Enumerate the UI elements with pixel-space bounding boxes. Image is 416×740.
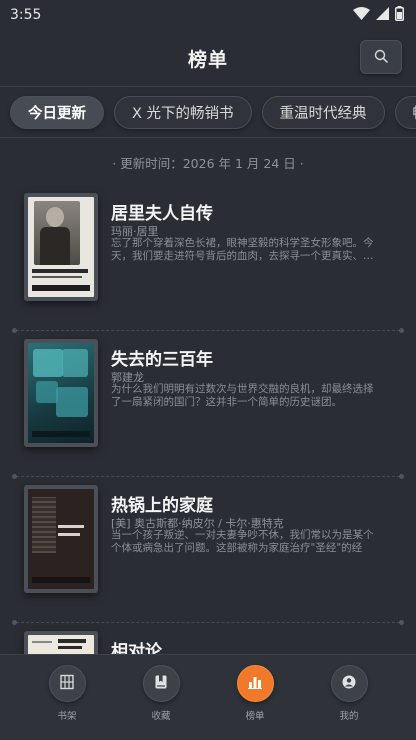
book-item[interactable]: 居里夫人自传 玛丽·居里 忘了那个穿着深色长裙，眼神坚毅的科学圣女形象吧。今天，… — [0, 185, 416, 333]
nav-item-ranking[interactable]: 榜单 — [225, 665, 285, 740]
battery-icon — [395, 5, 404, 25]
update-time: · 更新时间：2026 年 1 月 24 日 · — [112, 156, 304, 171]
book-title: 居里夫人自传 — [111, 204, 213, 224]
tab-today-update[interactable]: 今日更新 — [10, 95, 104, 129]
status-time: 3:55 — [10, 7, 42, 23]
nav-item-profile[interactable]: 我的 — [319, 665, 379, 740]
tab-more[interactable]: 畅 — [394, 95, 416, 129]
user-icon — [341, 674, 357, 694]
search-button[interactable] — [360, 40, 402, 74]
cellular-icon — [376, 6, 389, 24]
book-cover[interactable] — [24, 193, 98, 301]
book-description: 忘了那个穿着深色长裙，眼神坚毅的科学圣女形象吧。今天，我们要走进符号背后的血肉，… — [111, 237, 374, 262]
status-bar: 3:55 — [0, 0, 416, 30]
nav-item-favorites[interactable]: 收藏 — [131, 665, 191, 740]
book-title: 失去的三百年 — [111, 350, 213, 370]
book-cover[interactable] — [24, 485, 98, 593]
book-item[interactable]: 失去的三百年 郭建龙 为什么我们明明有过数次与世界交融的良机，却最终选择了一扇紧… — [0, 331, 416, 479]
book-item[interactable]: 热锅上的家庭 [美] 奥古斯都·纳皮尔 / 卡尔·惠特克 当一个孩子叛逆、一对夫… — [0, 477, 416, 625]
book-description: 为什么我们明明有过数次与世界交融的良机，却最终选择了一扇紧闭的国门？这并非一个简… — [111, 383, 374, 408]
nav-item-bookshelf[interactable]: 书架 — [37, 665, 97, 740]
nav-label: 我的 — [339, 711, 359, 722]
bottom-nav: 书架 收藏 榜单 我的 — [0, 654, 416, 740]
nav-label: 收藏 — [151, 711, 171, 722]
tab-era-classics[interactable]: 重温时代经典 — [261, 95, 385, 129]
bookshelf-icon — [59, 674, 75, 694]
book-title: 热锅上的家庭 — [111, 496, 213, 516]
nav-label: 书架 — [57, 711, 77, 722]
app-header: 榜单 — [0, 30, 416, 86]
bookmark-icon — [153, 674, 169, 694]
status-icons — [353, 5, 404, 25]
nav-label: 榜单 — [245, 711, 265, 722]
page-title: 榜单 — [187, 48, 228, 71]
ranking-icon — [247, 674, 263, 694]
book-description: 当一个孩子叛逆、一对夫妻争吵不休，我们常以为是某个个体或病急出了问题。这部被称为… — [111, 529, 374, 554]
category-tabs: 今日更新 X 光下的畅销书 重温时代经典 畅 — [0, 87, 416, 137]
tab-xray-bestsellers[interactable]: X 光下的畅销书 — [114, 95, 252, 129]
search-icon — [374, 48, 388, 67]
book-cover[interactable] — [24, 339, 98, 447]
tabs-divider — [0, 137, 416, 138]
wifi-icon — [353, 6, 370, 24]
